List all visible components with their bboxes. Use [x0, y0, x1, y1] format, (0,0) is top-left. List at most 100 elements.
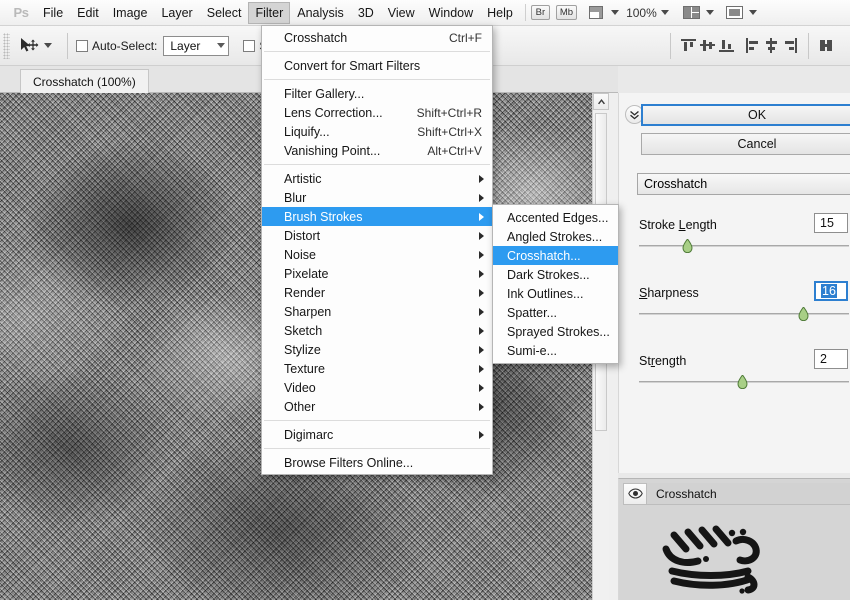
stroke-length-slider-track[interactable]	[639, 245, 849, 247]
menu-separator	[264, 448, 490, 449]
menu-item-label: Blur	[284, 190, 307, 205]
menu-item-stylize[interactable]: Stylize	[262, 340, 492, 359]
view-extras-icon[interactable]	[587, 5, 607, 21]
sharpness-value-input[interactable]: 16	[814, 281, 848, 301]
stroke-length-slider[interactable]	[639, 238, 849, 254]
auto-select-checkbox[interactable]	[76, 39, 88, 52]
menu-item-sharpen[interactable]: Sharpen	[262, 302, 492, 321]
options-bar-grip[interactable]	[3, 32, 10, 59]
strength-value-input[interactable]: 2	[814, 349, 848, 369]
menu-item-liquify[interactable]: Liquify... Shift+Ctrl+X	[262, 122, 492, 141]
menu-item-video[interactable]: Video	[262, 378, 492, 397]
sharpness-slider-thumb[interactable]	[798, 306, 809, 322]
submenu-item-angled-strokes[interactable]: Angled Strokes...	[493, 227, 618, 246]
menu-item-digimarc[interactable]: Digimarc	[262, 425, 492, 444]
menu-analysis[interactable]: Analysis	[290, 2, 351, 24]
layer-name-label: Crosshatch	[656, 486, 717, 501]
menu-item-lens-correction[interactable]: Lens Correction... Shift+Ctrl+R	[262, 103, 492, 122]
arrange-documents-icon[interactable]	[682, 5, 702, 21]
submenu-item-label: Angled Strokes...	[507, 229, 603, 244]
stroke-length-value-input[interactable]: 15	[814, 213, 848, 233]
submenu-item-label: Sumi-e...	[507, 343, 558, 358]
layer-visibility-toggle[interactable]	[623, 482, 647, 505]
menu-window[interactable]: Window	[422, 2, 480, 24]
menu-item-sketch[interactable]: Sketch	[262, 321, 492, 340]
menu-item-pixelate[interactable]: Pixelate	[262, 264, 492, 283]
align-vertical-centers-icon[interactable]	[700, 38, 715, 53]
filter-dialog-panel: OK Cancel Crosshatch Stroke Length 15 Shar…	[618, 93, 850, 473]
menu-item-texture[interactable]: Texture	[262, 359, 492, 378]
submenu-arrow-icon	[479, 364, 484, 373]
move-tool-preset-caret-icon[interactable]	[44, 43, 52, 48]
submenu-item-crosshatch[interactable]: Crosshatch...	[493, 246, 618, 265]
submenu-arrow-icon	[479, 430, 484, 439]
menu-item-label: Vanishing Point...	[284, 143, 381, 158]
stroke-length-value-text: 15	[820, 216, 834, 230]
menu-item-render[interactable]: Render	[262, 283, 492, 302]
stroke-length-slider-thumb[interactable]	[682, 238, 693, 254]
submenu-arrow-icon	[479, 193, 484, 202]
menu-item-vanishing-point[interactable]: Vanishing Point... Alt+Ctrl+V	[262, 141, 492, 160]
menu-filter[interactable]: Filter	[248, 1, 291, 24]
align-top-edges-icon[interactable]	[681, 38, 696, 53]
align-right-edges-icon[interactable]	[783, 38, 798, 53]
mini-bridge-button[interactable]: Mb	[555, 5, 578, 20]
menu-edit[interactable]: Edit	[70, 2, 106, 24]
submenu-arrow-icon	[479, 174, 484, 183]
menu-layer[interactable]: Layer	[154, 2, 199, 24]
submenu-arrow-icon	[479, 326, 484, 335]
submenu-item-sumi-e[interactable]: Sumi-e...	[493, 341, 618, 360]
brush-strokes-submenu[interactable]: Accented Edges... Angled Strokes... Crossh…	[492, 204, 619, 364]
bridge-button[interactable]: Br	[530, 5, 550, 20]
submenu-item-accented-edges[interactable]: Accented Edges...	[493, 208, 618, 227]
zoom-caret-icon[interactable]	[660, 10, 669, 15]
menu-item-brush-strokes[interactable]: Brush Strokes	[262, 207, 492, 226]
view-extras-caret-icon[interactable]	[611, 10, 620, 15]
sharpness-slider-track[interactable]	[639, 313, 849, 315]
screen-mode-caret-icon[interactable]	[748, 10, 757, 15]
menu-view[interactable]: View	[381, 2, 422, 24]
document-tab[interactable]: Crosshatch (100%)	[20, 69, 149, 93]
auto-align-layers-icon[interactable]	[819, 38, 834, 53]
arrange-caret-icon[interactable]	[705, 10, 714, 15]
menu-item-browse-filters-online[interactable]: Browse Filters Online...	[262, 453, 492, 472]
show-transform-checkbox[interactable]	[243, 39, 256, 52]
menu-item-crosshatch[interactable]: Crosshatch Ctrl+F	[262, 28, 492, 47]
strength-slider-thumb[interactable]	[737, 374, 748, 390]
filter-menu-dropdown[interactable]: Crosshatch Ctrl+F Convert for Smart Filter…	[261, 25, 493, 475]
menu-select[interactable]: Select	[200, 2, 249, 24]
menu-item-distort[interactable]: Distort	[262, 226, 492, 245]
layer-row[interactable]: Crosshatch	[623, 482, 850, 505]
menu-item-label: Lens Correction...	[284, 105, 383, 120]
menu-3d[interactable]: 3D	[351, 2, 381, 24]
menu-item-filter-gallery[interactable]: Filter Gallery...	[262, 84, 492, 103]
menu-item-convert-for-smart-filters[interactable]: Convert for Smart Filters	[262, 56, 492, 75]
menu-help[interactable]: Help	[480, 2, 520, 24]
move-tool-icon[interactable]	[18, 36, 40, 56]
photoshop-window: Ps File Edit Image Layer Select Filter Analysi…	[0, 0, 850, 600]
cancel-button[interactable]: Cancel	[641, 133, 850, 155]
submenu-item-dark-strokes[interactable]: Dark Strokes...	[493, 265, 618, 284]
align-horizontal-centers-icon[interactable]	[764, 38, 779, 53]
menu-item-shortcut: Shift+Ctrl+X	[417, 124, 482, 139]
menu-item-blur[interactable]: Blur	[262, 188, 492, 207]
scroll-up-icon[interactable]	[593, 93, 609, 110]
submenu-item-ink-outlines[interactable]: Ink Outlines...	[493, 284, 618, 303]
slider-thumb-icon	[737, 374, 748, 390]
align-left-edges-icon[interactable]	[745, 38, 760, 53]
submenu-item-sprayed-strokes[interactable]: Sprayed Strokes...	[493, 322, 618, 341]
menu-item-noise[interactable]: Noise	[262, 245, 492, 264]
menu-item-other[interactable]: Other	[262, 397, 492, 416]
sharpness-slider[interactable]	[639, 306, 849, 322]
menu-item-artistic[interactable]: Artistic	[262, 169, 492, 188]
filter-name-dropdown[interactable]: Crosshatch	[637, 173, 850, 195]
ok-button[interactable]: OK	[641, 104, 850, 126]
submenu-item-spatter[interactable]: Spatter...	[493, 303, 618, 322]
menu-image[interactable]: Image	[106, 2, 155, 24]
strength-slider[interactable]	[639, 374, 849, 390]
menu-file[interactable]: File	[36, 2, 70, 24]
menu-item-label: Pixelate	[284, 266, 329, 281]
screen-mode-icon[interactable]	[725, 5, 745, 21]
align-bottom-edges-icon[interactable]	[719, 38, 734, 53]
auto-select-scope-dropdown[interactable]: Layer	[163, 35, 230, 56]
